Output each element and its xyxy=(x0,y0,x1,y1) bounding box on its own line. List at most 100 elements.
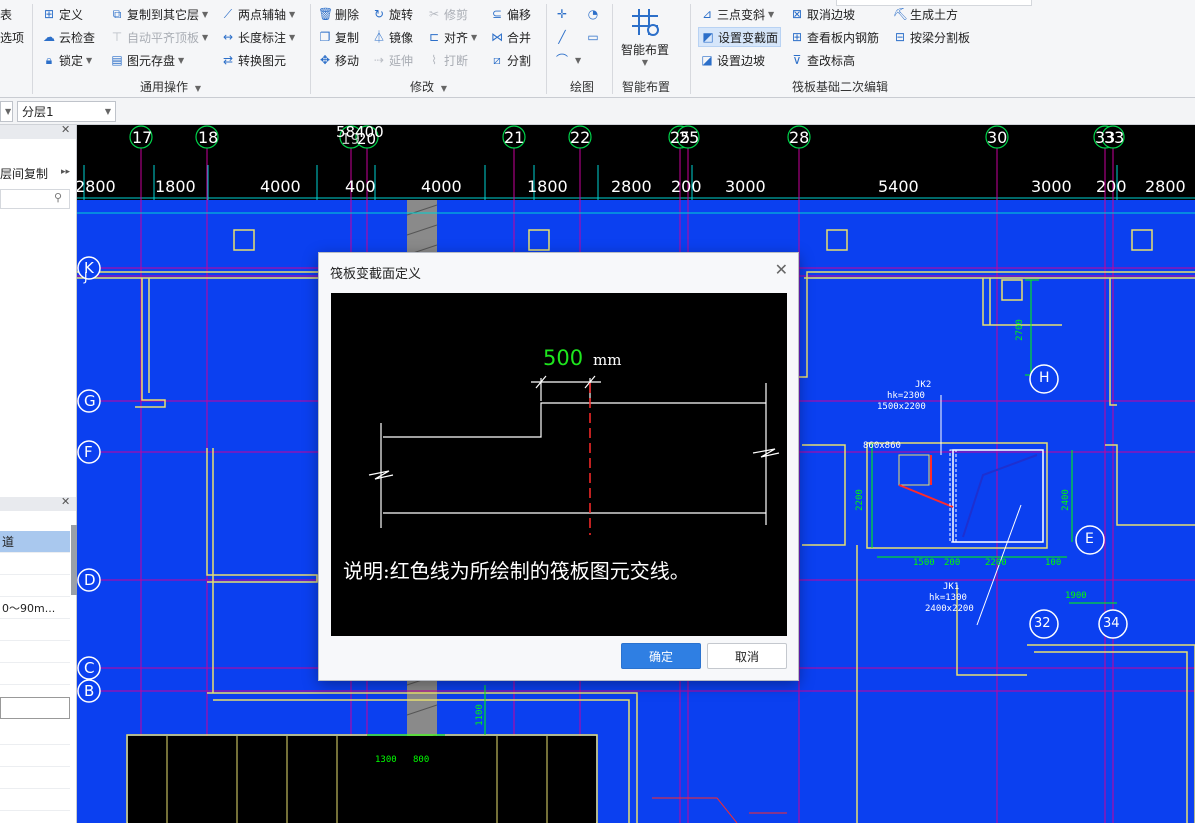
extend-button[interactable]: ⇢ 延伸 xyxy=(372,50,413,70)
set-section-button[interactable]: ◩ 设置变截面 xyxy=(698,27,782,47)
copy-button[interactable]: ❐ 复制 xyxy=(318,27,359,47)
ok-button[interactable]: 确定 xyxy=(621,643,701,669)
cancel-button[interactable]: 取消 xyxy=(707,643,787,669)
merge-button[interactable]: ⋈ 合并 xyxy=(490,27,531,47)
length-dim-button[interactable]: ↔ 长度标注 ▼ xyxy=(221,27,295,47)
ribbon-toolbar: 表 选项 ⊞ 定义 ☁ 云检查 🔒︎ 锁定 ▼ ⧉ 复制到其它层 ▼ ⊤ 自动平齐顶板 ▼ ▤ 图… xyxy=(0,0,1195,98)
cloud-check-button[interactable]: ☁ 云检查 xyxy=(42,27,95,47)
two-point-aux-button[interactable]: ⟋ 两点辅轴 ▼ xyxy=(221,4,295,24)
aux-axis-icon: ⟋ xyxy=(223,7,233,21)
element-save-label: 图元存盘 xyxy=(127,53,176,68)
copy-to-layer-button[interactable]: ⧉ 复制到其它层 ▼ xyxy=(110,4,208,24)
draw-arc-button[interactable]: ⌒ ▼ xyxy=(555,50,581,70)
draw-rect-button[interactable]: ▭ xyxy=(586,27,603,47)
prop-header-label: 道 xyxy=(2,535,15,549)
length-dim-label: 长度标注 xyxy=(238,30,287,45)
trim-label: 修剪 xyxy=(444,7,469,22)
prop-row[interactable] xyxy=(0,619,70,641)
cloud-check-label: 云检查 xyxy=(59,30,96,45)
annot-1900: 1900 xyxy=(1065,591,1087,601)
align-button[interactable]: ⊏ 对齐 ▼ xyxy=(427,27,477,47)
prop-row[interactable] xyxy=(0,745,70,767)
draw-line-button[interactable]: ╱ xyxy=(555,27,572,47)
row-label-B: B xyxy=(84,682,95,700)
mirror-button[interactable]: ⏃ 镜像 xyxy=(372,27,413,47)
split-icon: ⧄ xyxy=(493,53,501,67)
axis-label-18: 18 xyxy=(198,128,219,147)
trim-button[interactable]: ✂ 修剪 xyxy=(427,4,468,24)
ribbon-table-button[interactable]: 表 xyxy=(0,4,12,24)
split-by-beam-button[interactable]: ⊟ 按梁分割板 xyxy=(893,27,970,47)
lock-button[interactable]: 🔒︎ 锁定 ▼ xyxy=(42,50,92,70)
dim-label: 2800 xyxy=(611,177,652,196)
group-separator xyxy=(32,4,33,94)
gen-earthwork-label: 生成土方 xyxy=(910,7,959,22)
draw-point-button[interactable]: ✛ xyxy=(555,4,572,24)
set-edge-slope-button[interactable]: ◪ 设置边坡 xyxy=(700,50,765,70)
annot-100: 100 xyxy=(1045,558,1062,568)
prop-row[interactable] xyxy=(0,789,70,811)
cancel-edge-slope-button[interactable]: ⊠ 取消边坡 xyxy=(790,4,855,24)
arc-dropdown-icon: ▼ xyxy=(575,55,582,65)
align-top-icon: ⊤ xyxy=(111,30,123,44)
layer-select[interactable]: 分层1 ▼ xyxy=(17,101,116,122)
row-label-D: D xyxy=(84,571,96,589)
cancel-slope-icon: ⊠ xyxy=(791,7,803,21)
prop-row[interactable] xyxy=(0,575,70,597)
row-label-F: F xyxy=(84,443,93,461)
three-point-slope-button[interactable]: ⊿ 三点变斜 ▼ xyxy=(700,4,774,24)
copy-to-layer-label: 复制到其它层 xyxy=(127,7,200,22)
move-button[interactable]: ✥ 移动 xyxy=(318,50,359,70)
prop-header-row[interactable]: 道 xyxy=(0,531,70,553)
annot-1300: 1300 xyxy=(375,755,397,765)
circle-label-32: 32 xyxy=(1034,616,1051,631)
delete-button[interactable]: 🗑︎ 删除 xyxy=(318,4,359,24)
offset-button[interactable]: ⊆ 偏移 xyxy=(490,4,531,24)
prop-row[interactable] xyxy=(0,767,70,789)
floor-combo[interactable]: ▼ xyxy=(0,101,13,122)
smart-layout-label: 智能布置 xyxy=(620,43,669,57)
dim-unit-label: mm xyxy=(593,351,622,369)
prop-row[interactable] xyxy=(0,723,70,745)
annot-1500: 1500 xyxy=(913,558,935,568)
copy-layer-dropdown-icon: ▼ xyxy=(202,9,209,19)
split-button[interactable]: ⧄ 分割 xyxy=(490,50,531,70)
point-icon: ✛ xyxy=(556,7,568,21)
elevation-icon: ⊽ xyxy=(792,53,802,67)
annot-1100: 1100 xyxy=(474,704,485,726)
layer-dropdown-icon: ▼ xyxy=(104,107,111,116)
modify-elevation-button[interactable]: ⊽ 查改标高 xyxy=(790,50,855,70)
auto-align-top-button[interactable]: ⊤ 自动平齐顶板 ▼ xyxy=(110,27,208,47)
dim-value-field[interactable]: 500 xyxy=(543,346,583,370)
prop-row[interactable] xyxy=(0,553,70,575)
prop-row[interactable] xyxy=(0,641,70,663)
panel-close-icon[interactable]: ✕ xyxy=(61,123,70,136)
copy-between-floors-button[interactable]: 层间复制 xyxy=(0,165,48,182)
prop-panel-close-icon[interactable]: ✕ xyxy=(61,495,70,508)
prop-edit-field[interactable] xyxy=(0,697,70,719)
group-separator xyxy=(690,4,691,94)
floor-dropdown-icon: ▼ xyxy=(5,107,12,116)
prop-row[interactable]: 0～90m... xyxy=(0,597,70,619)
smart-layout-button[interactable]: 智能布置 ▼ xyxy=(620,4,670,70)
break-button[interactable]: ⌇ 打断 xyxy=(427,50,468,70)
gen-earthwork-button[interactable]: ⛏ 生成土方 xyxy=(893,4,958,24)
axis-label-17: 17 xyxy=(132,128,153,147)
dim-label: 4000 xyxy=(421,177,462,196)
rotate-label: 旋转 xyxy=(389,7,414,22)
panel-more-icon[interactable]: ▸▸ xyxy=(61,167,70,177)
view-rebar-button[interactable]: ⊞ 查看板内钢筋 xyxy=(790,27,879,47)
layer-select-value: 分层1 xyxy=(22,105,54,119)
lock-label: 锁定 xyxy=(59,53,84,68)
copy-icon: ❐ xyxy=(319,30,331,44)
prop-row[interactable] xyxy=(0,663,70,685)
group-separator xyxy=(310,4,311,94)
draw-circle-button[interactable]: ◔ xyxy=(586,4,603,24)
convert-element-button[interactable]: ⇄ 转换图元 xyxy=(221,50,286,70)
rotate-button[interactable]: ↻ 旋转 xyxy=(372,4,413,24)
element-save-button[interactable]: ▤ 图元存盘 ▼ xyxy=(110,50,184,70)
define-button[interactable]: ⊞ 定义 xyxy=(42,4,83,24)
annot-jk1-hk: hk=1300 xyxy=(929,593,967,603)
ribbon-options-button[interactable]: 选项 xyxy=(0,27,24,47)
close-icon[interactable]: ✕ xyxy=(775,260,788,279)
